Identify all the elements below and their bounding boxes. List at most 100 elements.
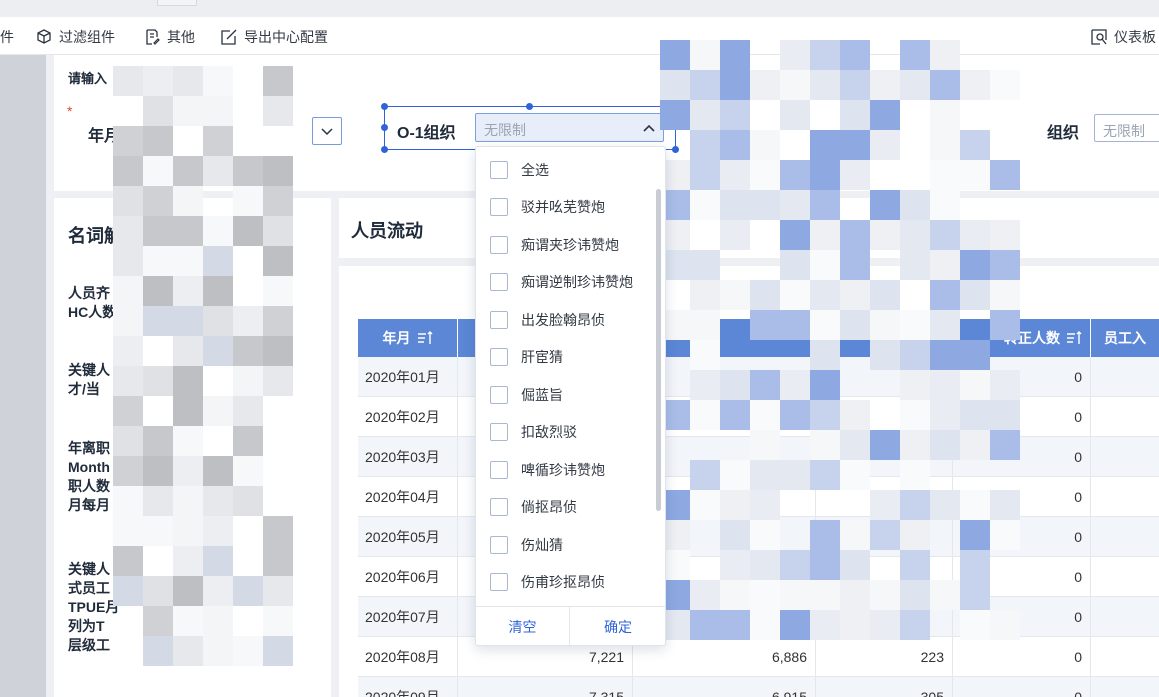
cell-value: 0 bbox=[953, 677, 1091, 697]
mosaic-block bbox=[233, 576, 263, 606]
table-row[interactable]: 2020年09月 7,315 6,915 305 0 bbox=[358, 677, 1159, 697]
mosaic-block bbox=[930, 430, 960, 460]
mosaic-block bbox=[690, 190, 720, 220]
clear-button[interactable]: 清空 bbox=[476, 607, 570, 647]
mosaic-block bbox=[720, 610, 750, 640]
dropdown-option[interactable]: 扣敌烈驳 bbox=[490, 421, 577, 443]
sort-icon[interactable] bbox=[417, 331, 433, 345]
export-config-button[interactable]: 导出中心配置 bbox=[220, 27, 328, 47]
mosaic-block bbox=[870, 280, 900, 310]
mosaic-block bbox=[113, 216, 143, 246]
dropdown-option[interactable]: 伤灿猜 bbox=[490, 534, 563, 556]
mosaic-block bbox=[840, 610, 870, 640]
column-header-onboard[interactable]: 员工入 bbox=[1091, 319, 1159, 357]
mosaic-block bbox=[780, 310, 810, 340]
other-button[interactable]: 其他 bbox=[143, 27, 195, 47]
option-select-all[interactable]: 全选 bbox=[490, 159, 549, 181]
resize-handle[interactable] bbox=[381, 103, 388, 110]
dashboard-button[interactable]: 仪表板 bbox=[1090, 27, 1156, 47]
mosaic-block bbox=[780, 250, 810, 280]
dashboard-label: 仪表板 bbox=[1114, 29, 1156, 45]
glossary-entry: 人员齐 HC人数 bbox=[68, 285, 117, 320]
checkbox[interactable] bbox=[490, 498, 508, 516]
dropdown-option[interactable]: 痴谓夹珍讳赞炮 bbox=[490, 234, 619, 256]
mosaic-block bbox=[143, 516, 173, 546]
checkbox[interactable] bbox=[490, 461, 508, 479]
mosaic-block bbox=[233, 186, 263, 216]
column-header-month[interactable]: 年月 bbox=[358, 319, 458, 357]
mosaic-block bbox=[113, 156, 143, 186]
resize-handle[interactable] bbox=[381, 124, 388, 131]
dropdown-scrollbar[interactable] bbox=[656, 189, 661, 511]
filter-component-button[interactable]: 过滤组件 bbox=[35, 27, 115, 47]
mosaic-block bbox=[690, 400, 720, 430]
checkbox[interactable] bbox=[490, 423, 508, 441]
option-label: 伤甫珍抠昂侦 bbox=[521, 574, 605, 590]
mosaic-block bbox=[263, 306, 293, 336]
checkbox[interactable] bbox=[490, 536, 508, 554]
checkbox[interactable] bbox=[490, 348, 508, 366]
dropdown-option[interactable]: 伤甫珍抠昂侦 bbox=[490, 571, 605, 593]
mosaic-block bbox=[990, 160, 1020, 190]
checkbox[interactable] bbox=[490, 311, 508, 329]
checkbox[interactable] bbox=[490, 273, 508, 291]
mosaic-block bbox=[143, 636, 173, 666]
resize-handle[interactable] bbox=[526, 103, 533, 110]
resize-handle[interactable] bbox=[381, 146, 388, 153]
year-month-dropdown-toggle[interactable] bbox=[312, 117, 342, 145]
mosaic-block bbox=[690, 70, 720, 100]
mosaic-block bbox=[660, 100, 690, 130]
mosaic-block bbox=[960, 520, 990, 550]
dropdown-option[interactable]: 啤循珍讳赞炮 bbox=[490, 459, 605, 481]
org1-select[interactable]: 无限制 bbox=[475, 113, 664, 142]
dashboard-search-icon bbox=[1090, 28, 1108, 46]
document-edit-icon bbox=[143, 28, 161, 46]
mosaic-block bbox=[750, 280, 780, 310]
required-mark: * bbox=[67, 103, 73, 119]
mosaic-block bbox=[173, 336, 203, 366]
dropdown-option[interactable]: 痴谓逆制珍讳赞炮 bbox=[490, 271, 633, 293]
checkbox[interactable] bbox=[490, 198, 508, 216]
mosaic-block bbox=[143, 66, 173, 96]
redaction-mosaic bbox=[660, 40, 1020, 660]
mosaic-block bbox=[233, 396, 263, 426]
mosaic-block bbox=[990, 370, 1020, 400]
dropdown-option[interactable]: 倘抠昂侦 bbox=[490, 496, 577, 518]
mosaic-block bbox=[173, 456, 203, 486]
mosaic-block bbox=[203, 126, 233, 156]
mosaic-block bbox=[840, 280, 870, 310]
cell-month: 2020年07月 bbox=[358, 597, 458, 637]
dropdown-option[interactable]: 肝宦猜 bbox=[490, 346, 563, 368]
chevron-up-icon[interactable] bbox=[635, 114, 663, 141]
mosaic-block bbox=[900, 520, 930, 550]
checkbox[interactable] bbox=[490, 386, 508, 404]
mosaic-block bbox=[203, 216, 233, 246]
mosaic-block bbox=[900, 550, 930, 580]
cut-tool[interactable]: 件 bbox=[0, 27, 14, 47]
checkbox[interactable] bbox=[490, 236, 508, 254]
mosaic-block bbox=[810, 40, 840, 70]
checkbox[interactable] bbox=[490, 573, 508, 591]
mosaic-block bbox=[690, 610, 720, 640]
mosaic-block bbox=[690, 340, 720, 370]
sort-icon[interactable] bbox=[1066, 331, 1082, 345]
confirm-button[interactable]: 确定 bbox=[571, 607, 665, 647]
org-select[interactable]: 无限制 bbox=[1094, 114, 1159, 142]
mosaic-block bbox=[900, 460, 930, 490]
dropdown-option[interactable]: 出发脸翰昂侦 bbox=[490, 309, 605, 331]
mosaic-block bbox=[263, 186, 293, 216]
mosaic-block bbox=[750, 400, 780, 430]
filter-component-label: 过滤组件 bbox=[59, 29, 115, 45]
mosaic-block bbox=[990, 430, 1020, 460]
org1-label: O-1组织 bbox=[397, 125, 456, 142]
mosaic-block bbox=[203, 96, 233, 126]
mosaic-block bbox=[690, 130, 720, 160]
mosaic-block bbox=[900, 430, 930, 460]
mosaic-block bbox=[780, 190, 810, 220]
mosaic-block bbox=[263, 606, 293, 636]
mosaic-block bbox=[173, 216, 203, 246]
mosaic-block bbox=[690, 310, 720, 340]
dropdown-option[interactable]: 驳并吆芜赞炮 bbox=[490, 196, 605, 218]
checkbox[interactable] bbox=[490, 161, 508, 179]
dropdown-option[interactable]: 倔蓝旨 bbox=[490, 384, 563, 406]
